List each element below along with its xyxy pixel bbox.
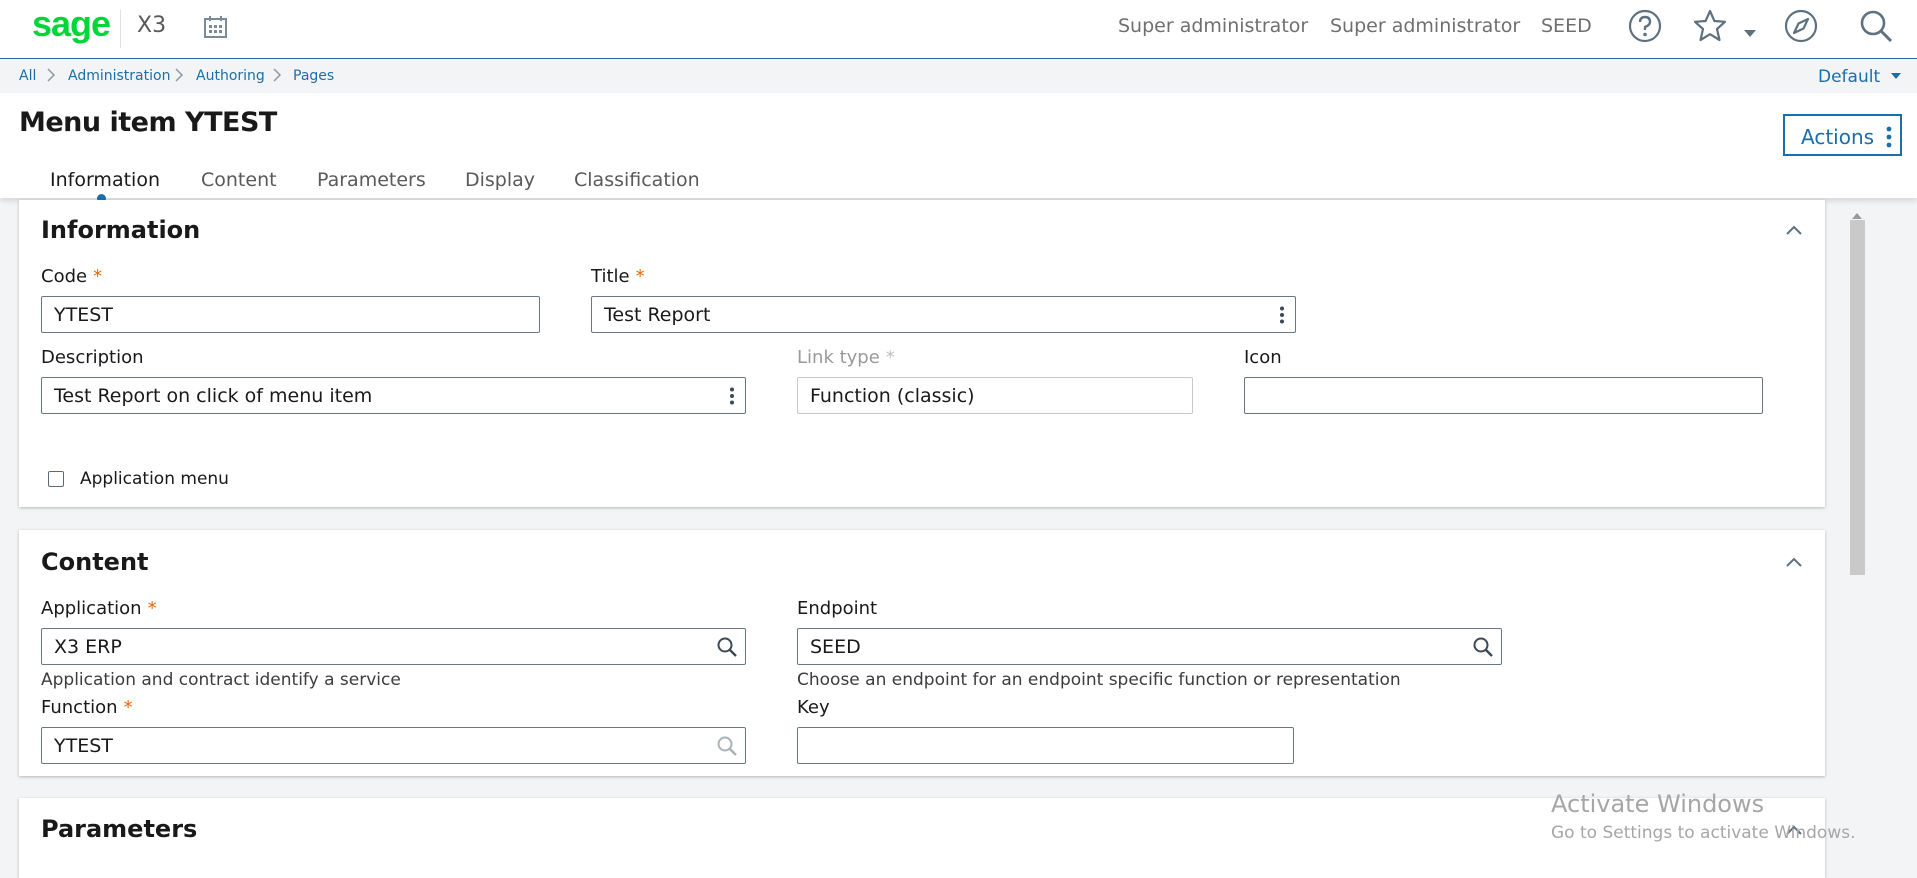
parameters-section-title: Parameters	[41, 815, 198, 843]
application-help-text: Application and contract identify a serv…	[41, 670, 401, 690]
compass-icon[interactable]	[1782, 7, 1820, 49]
folder-link[interactable]: SEED	[1541, 15, 1592, 37]
function-label: Function *	[41, 697, 133, 718]
endpoint-help-text: Choose an endpoint for an endpoint speci…	[797, 670, 1401, 690]
page-title: Menu item YTEST	[19, 107, 277, 138]
breadcrumb	[0, 59, 1917, 93]
application-label: Application *	[41, 598, 157, 619]
endpoint-label: Endpoint	[797, 598, 878, 619]
lookup-search-icon[interactable]	[1472, 636, 1494, 658]
chevron-right-icon	[46, 66, 56, 88]
divider	[120, 10, 121, 48]
title-value: Test Report	[604, 304, 711, 326]
icon-field[interactable]	[1244, 377, 1763, 414]
activate-windows-title: Activate Windows	[1551, 790, 1765, 818]
code-field[interactable]: YTEST	[41, 296, 540, 333]
application-menu-checkbox[interactable]	[48, 471, 64, 487]
application-value: X3 ERP	[54, 636, 122, 658]
star-icon[interactable]	[1691, 7, 1729, 49]
application-menu-label: Application menu	[80, 469, 229, 489]
link-type-label: Link type *	[797, 347, 895, 368]
help-icon[interactable]	[1626, 7, 1664, 49]
lookup-search-icon[interactable]	[716, 636, 738, 658]
product-name: X3	[137, 13, 167, 38]
more-vertical-icon	[1886, 126, 1892, 148]
sage-logo[interactable]: sage	[32, 3, 111, 45]
information-section: Information Code * YTEST Title * Test Repo…	[19, 200, 1825, 507]
chevron-up-icon[interactable]	[1784, 222, 1804, 241]
search-icon[interactable]	[1857, 7, 1895, 49]
content-section: Content Application * X3 ERP Application …	[19, 530, 1825, 776]
function-field[interactable]: YTEST	[41, 727, 746, 764]
breadcrumb-item-administration[interactable]: Administration	[68, 68, 170, 84]
chevron-down-icon	[1891, 73, 1901, 79]
code-value: YTEST	[54, 304, 113, 326]
scrollbar-thumb[interactable]	[1850, 220, 1865, 575]
actions-label: Actions	[1801, 125, 1875, 149]
function-value: YTEST	[54, 735, 113, 757]
tab-classification[interactable]: Classification	[574, 169, 700, 191]
link-type-value: Function (classic)	[810, 385, 975, 407]
tab-display[interactable]: Display	[465, 169, 535, 191]
chevron-down-icon[interactable]	[1742, 24, 1758, 43]
chevron-up-icon[interactable]	[1784, 554, 1804, 573]
endpoint-field[interactable]: SEED	[797, 628, 1502, 665]
user-role-link[interactable]: Super administrator	[1118, 15, 1308, 37]
view-selector-label: Default	[1818, 67, 1881, 87]
calendar-icon[interactable]	[202, 13, 230, 45]
key-field[interactable]	[797, 727, 1294, 764]
key-label: Key	[797, 697, 830, 718]
actions-button[interactable]: Actions	[1783, 114, 1902, 156]
page-header	[0, 93, 1917, 198]
description-field[interactable]: Test Report on click of menu item	[41, 377, 746, 414]
more-vertical-icon[interactable]	[729, 387, 735, 405]
view-selector[interactable]: Default	[1818, 67, 1901, 87]
chevron-right-icon	[272, 66, 282, 88]
icon-label: Icon	[1244, 347, 1282, 368]
endpoint-value: SEED	[810, 636, 861, 658]
description-value: Test Report on click of menu item	[54, 385, 373, 407]
tab-parameters[interactable]: Parameters	[317, 169, 426, 191]
information-section-title: Information	[41, 216, 201, 244]
tab-content[interactable]: Content	[201, 169, 277, 191]
user-name-link[interactable]: Super administrator	[1330, 15, 1520, 37]
application-field[interactable]: X3 ERP	[41, 628, 746, 665]
lookup-search-icon[interactable]	[716, 735, 738, 757]
title-label: Title *	[591, 266, 645, 287]
description-label: Description	[41, 347, 144, 368]
title-field[interactable]: Test Report	[591, 296, 1296, 333]
content-section-title: Content	[41, 548, 149, 576]
more-vertical-icon[interactable]	[1279, 306, 1285, 324]
chevron-right-icon	[174, 66, 184, 88]
tab-information[interactable]: Information	[50, 169, 160, 191]
code-label: Code *	[41, 266, 103, 287]
breadcrumb-item-all[interactable]: All	[19, 68, 36, 84]
breadcrumb-item-authoring[interactable]: Authoring	[196, 68, 265, 84]
link-type-field: Function (classic)	[797, 377, 1193, 414]
breadcrumb-item-pages[interactable]: Pages	[293, 68, 334, 84]
activate-windows-subtitle: Go to Settings to activate Windows.	[1551, 823, 1856, 843]
